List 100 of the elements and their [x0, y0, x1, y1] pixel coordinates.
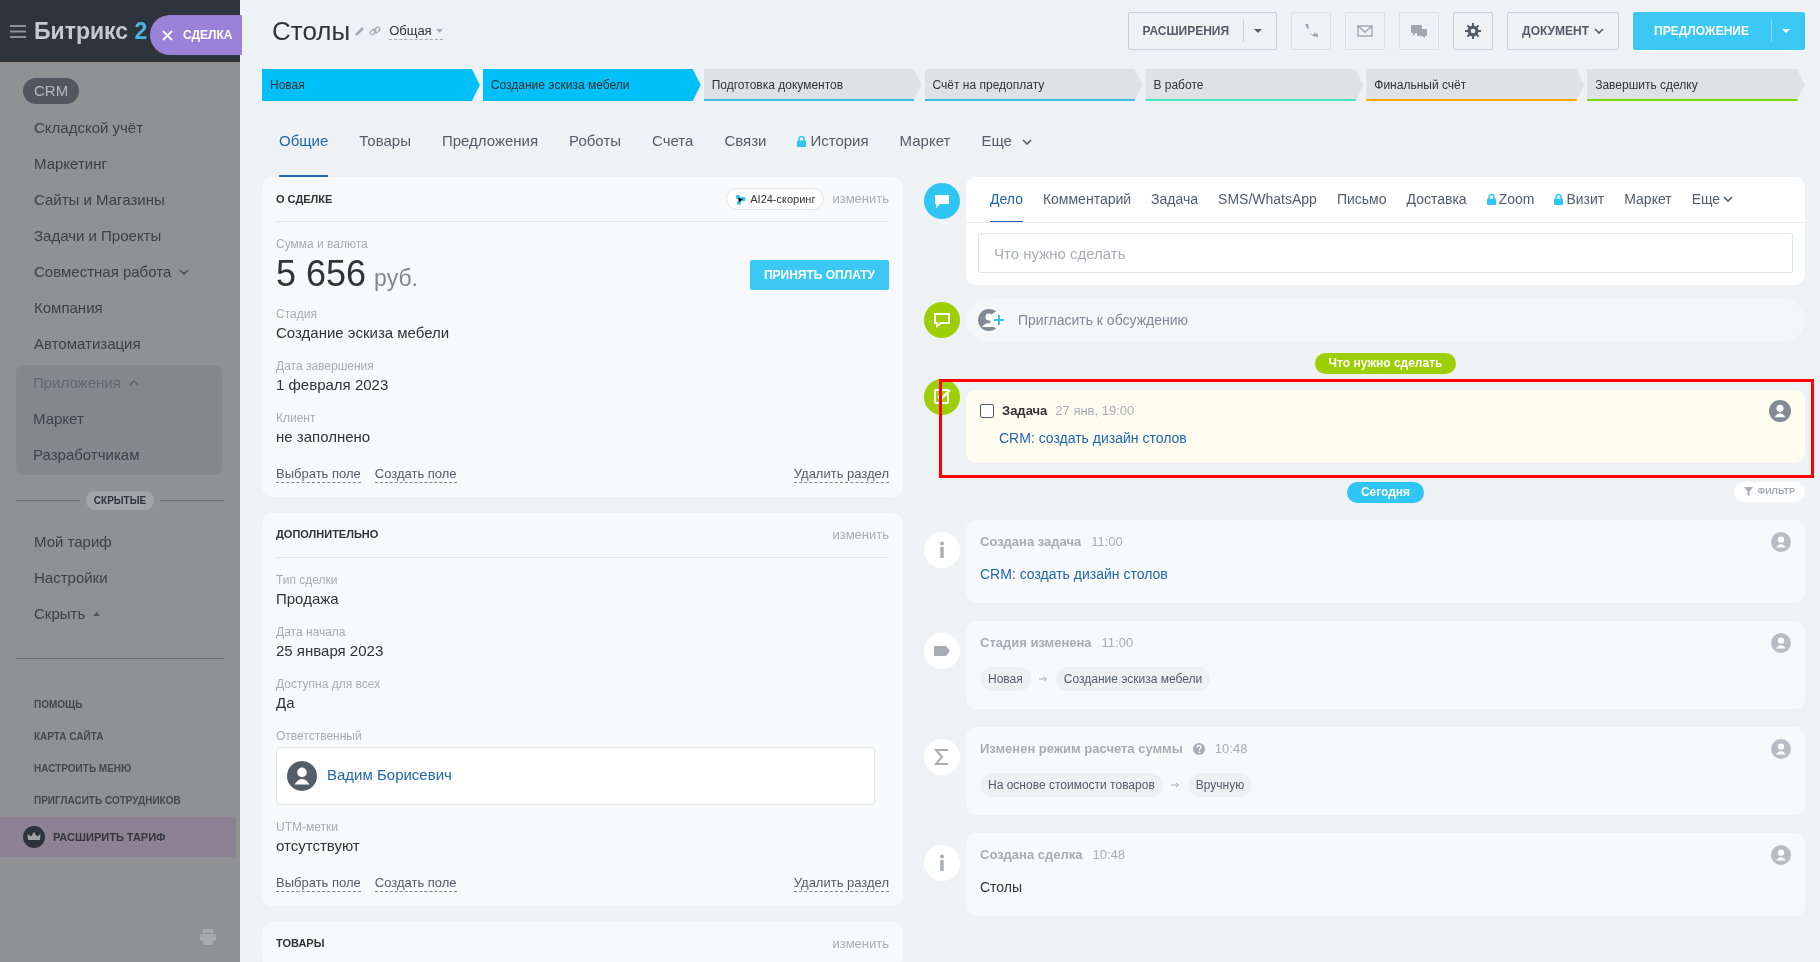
- tab[interactable]: Роботы: [569, 108, 622, 177]
- chevron-icon: [179, 269, 190, 275]
- menu-item[interactable]: Маркетинг: [0, 146, 240, 182]
- category-dropdown[interactable]: Общая: [389, 22, 443, 40]
- field-value: не заполнено: [276, 426, 372, 447]
- stage-step[interactable]: Создание эскиза мебели: [482, 69, 701, 101]
- tab[interactable]: Доставка: [1406, 177, 1467, 222]
- avatar-icon: [1771, 845, 1791, 865]
- input-field[interactable]: Что нужно сделать: [978, 233, 1793, 273]
- checkbox[interactable]: [980, 404, 994, 418]
- caret-icon: [435, 28, 443, 33]
- chip: Новая: [980, 667, 1031, 691]
- tab[interactable]: Комментарий: [1042, 177, 1132, 222]
- pencil-icon[interactable]: [354, 25, 366, 37]
- tab[interactable]: Товары: [359, 108, 411, 177]
- extensions-button[interactable]: РАСШИРЕНИЯ: [1127, 12, 1278, 50]
- stage-step[interactable]: В работе: [1145, 69, 1364, 101]
- tab[interactable]: Дело: [990, 177, 1023, 222]
- field-label: Клиент: [276, 409, 317, 426]
- menu-item[interactable]: Настройки: [0, 560, 240, 596]
- help-icon[interactable]: [1192, 743, 1205, 755]
- field-label: Стадия: [276, 305, 318, 322]
- chip: Вручную: [1187, 773, 1253, 797]
- dashed-link[interactable]: Создать поле: [374, 874, 457, 892]
- event-title: Изменен режим расчета суммы: [980, 740, 1183, 759]
- add-user-icon: [978, 308, 1010, 332]
- dashed-link[interactable]: Удалить раздел: [793, 465, 889, 483]
- close-slider-tab[interactable]: СДЕЛКА: [150, 15, 242, 55]
- stage-step[interactable]: Подготовка документов: [703, 69, 922, 101]
- link-icon[interactable]: [369, 25, 382, 37]
- info-icon: [924, 532, 960, 568]
- event-title: Создана сделка: [980, 846, 1083, 865]
- dashed-link[interactable]: Удалить раздел: [793, 874, 889, 892]
- document-dropdown[interactable]: ДОКУМЕНТ: [1507, 12, 1620, 50]
- tab[interactable]: Визит: [1554, 177, 1605, 222]
- menu-item[interactable]: CRM: [23, 78, 80, 104]
- section-label: СКРЫТЫЕ: [85, 491, 155, 510]
- invite-bar[interactable]: Пригласить к обсуждению: [966, 299, 1805, 341]
- section-title: ДОПОЛНИТЕЛЬНО: [276, 527, 379, 543]
- stage-step[interactable]: Новая: [262, 69, 480, 101]
- user-link[interactable]: Вадим Борисевич: [327, 764, 452, 787]
- tab[interactable]: Счета: [652, 108, 694, 177]
- upgrade-button[interactable]: РАСШИРИТЬ ТАРИФ: [0, 817, 236, 857]
- mail-icon: [1356, 22, 1375, 40]
- field-value: Создание эскиза мебели: [276, 322, 451, 343]
- menu-item[interactable]: Компания: [0, 290, 240, 326]
- close-icon: [162, 29, 173, 41]
- tab[interactable]: Маркет: [899, 108, 951, 177]
- field-value: 25 января 2023: [276, 640, 385, 661]
- tab[interactable]: Еще: [1691, 177, 1734, 222]
- tab[interactable]: Письмо: [1336, 177, 1387, 222]
- avatar-icon: [1771, 532, 1791, 552]
- event-title: Стадия изменена: [980, 634, 1092, 653]
- event-link[interactable]: CRM: создать дизайн столов: [980, 564, 1168, 585]
- tag-icon: [924, 633, 960, 669]
- stage-step[interactable]: Счёт на предоплату: [924, 69, 1143, 101]
- stage-step[interactable]: Завершить сделку: [1587, 69, 1805, 101]
- task-link[interactable]: CRM: создать дизайн столов: [999, 428, 1187, 449]
- field-value: Продажа: [276, 588, 340, 609]
- tab[interactable]: Zoom: [1486, 177, 1535, 222]
- printer-icon[interactable]: [199, 928, 217, 946]
- dashed-link[interactable]: Выбрать поле: [276, 465, 361, 483]
- settings-button[interactable]: [1453, 12, 1494, 50]
- page-title: Столы: [272, 14, 351, 48]
- task-icon: [924, 379, 960, 415]
- hide-toggle[interactable]: Скрыть: [0, 596, 240, 632]
- menu-item[interactable]: Автоматизация: [0, 326, 240, 362]
- currency-label: руб.: [374, 264, 418, 293]
- tab[interactable]: SMS/WhatsApp: [1218, 177, 1317, 222]
- menu-item[interactable]: Задачи и Проекты: [0, 218, 240, 254]
- menu-item[interactable]: Совместная работа: [0, 254, 240, 290]
- stage-step[interactable]: Финальный счёт: [1366, 69, 1585, 101]
- phone-icon: [1302, 22, 1321, 40]
- tab[interactable]: Еще: [981, 108, 1032, 177]
- section-title: О СДЕЛКЕ: [276, 191, 333, 207]
- arrow-icon: [1170, 782, 1180, 788]
- dashed-link[interactable]: Выбрать поле: [276, 874, 361, 892]
- field-value: отсутствуют: [276, 835, 361, 856]
- menu-item[interactable]: Мой тариф: [0, 524, 240, 560]
- scoring-badge[interactable]: AI24-скоринг: [726, 187, 825, 211]
- chevron-icon: [1594, 28, 1605, 34]
- tab[interactable]: История: [797, 108, 869, 177]
- event-text: Столы: [980, 878, 1023, 897]
- task-time: 27 янв, 19:00: [1055, 402, 1135, 421]
- event-time: 10:48: [1214, 740, 1248, 759]
- tab[interactable]: Связи: [724, 108, 767, 177]
- menu-item[interactable]: Складской учёт: [0, 110, 240, 146]
- avatar-icon: [1771, 633, 1791, 653]
- field-label: Тип сделки: [276, 571, 339, 588]
- chevron-icon: [1723, 196, 1734, 202]
- tab[interactable]: Задача: [1151, 177, 1199, 222]
- dashed-link[interactable]: Создать поле: [374, 465, 457, 483]
- field-value: Да: [276, 692, 296, 713]
- amount-value: 5 656: [276, 254, 367, 294]
- comment-icon: [924, 302, 960, 338]
- network-icon: [735, 193, 747, 205]
- tab[interactable]: Предложения: [441, 108, 539, 177]
- menu-item[interactable]: Сайты и Магазины: [0, 182, 240, 218]
- tab[interactable]: Маркет: [1624, 177, 1672, 222]
- menu-icon[interactable]: [10, 24, 26, 38]
